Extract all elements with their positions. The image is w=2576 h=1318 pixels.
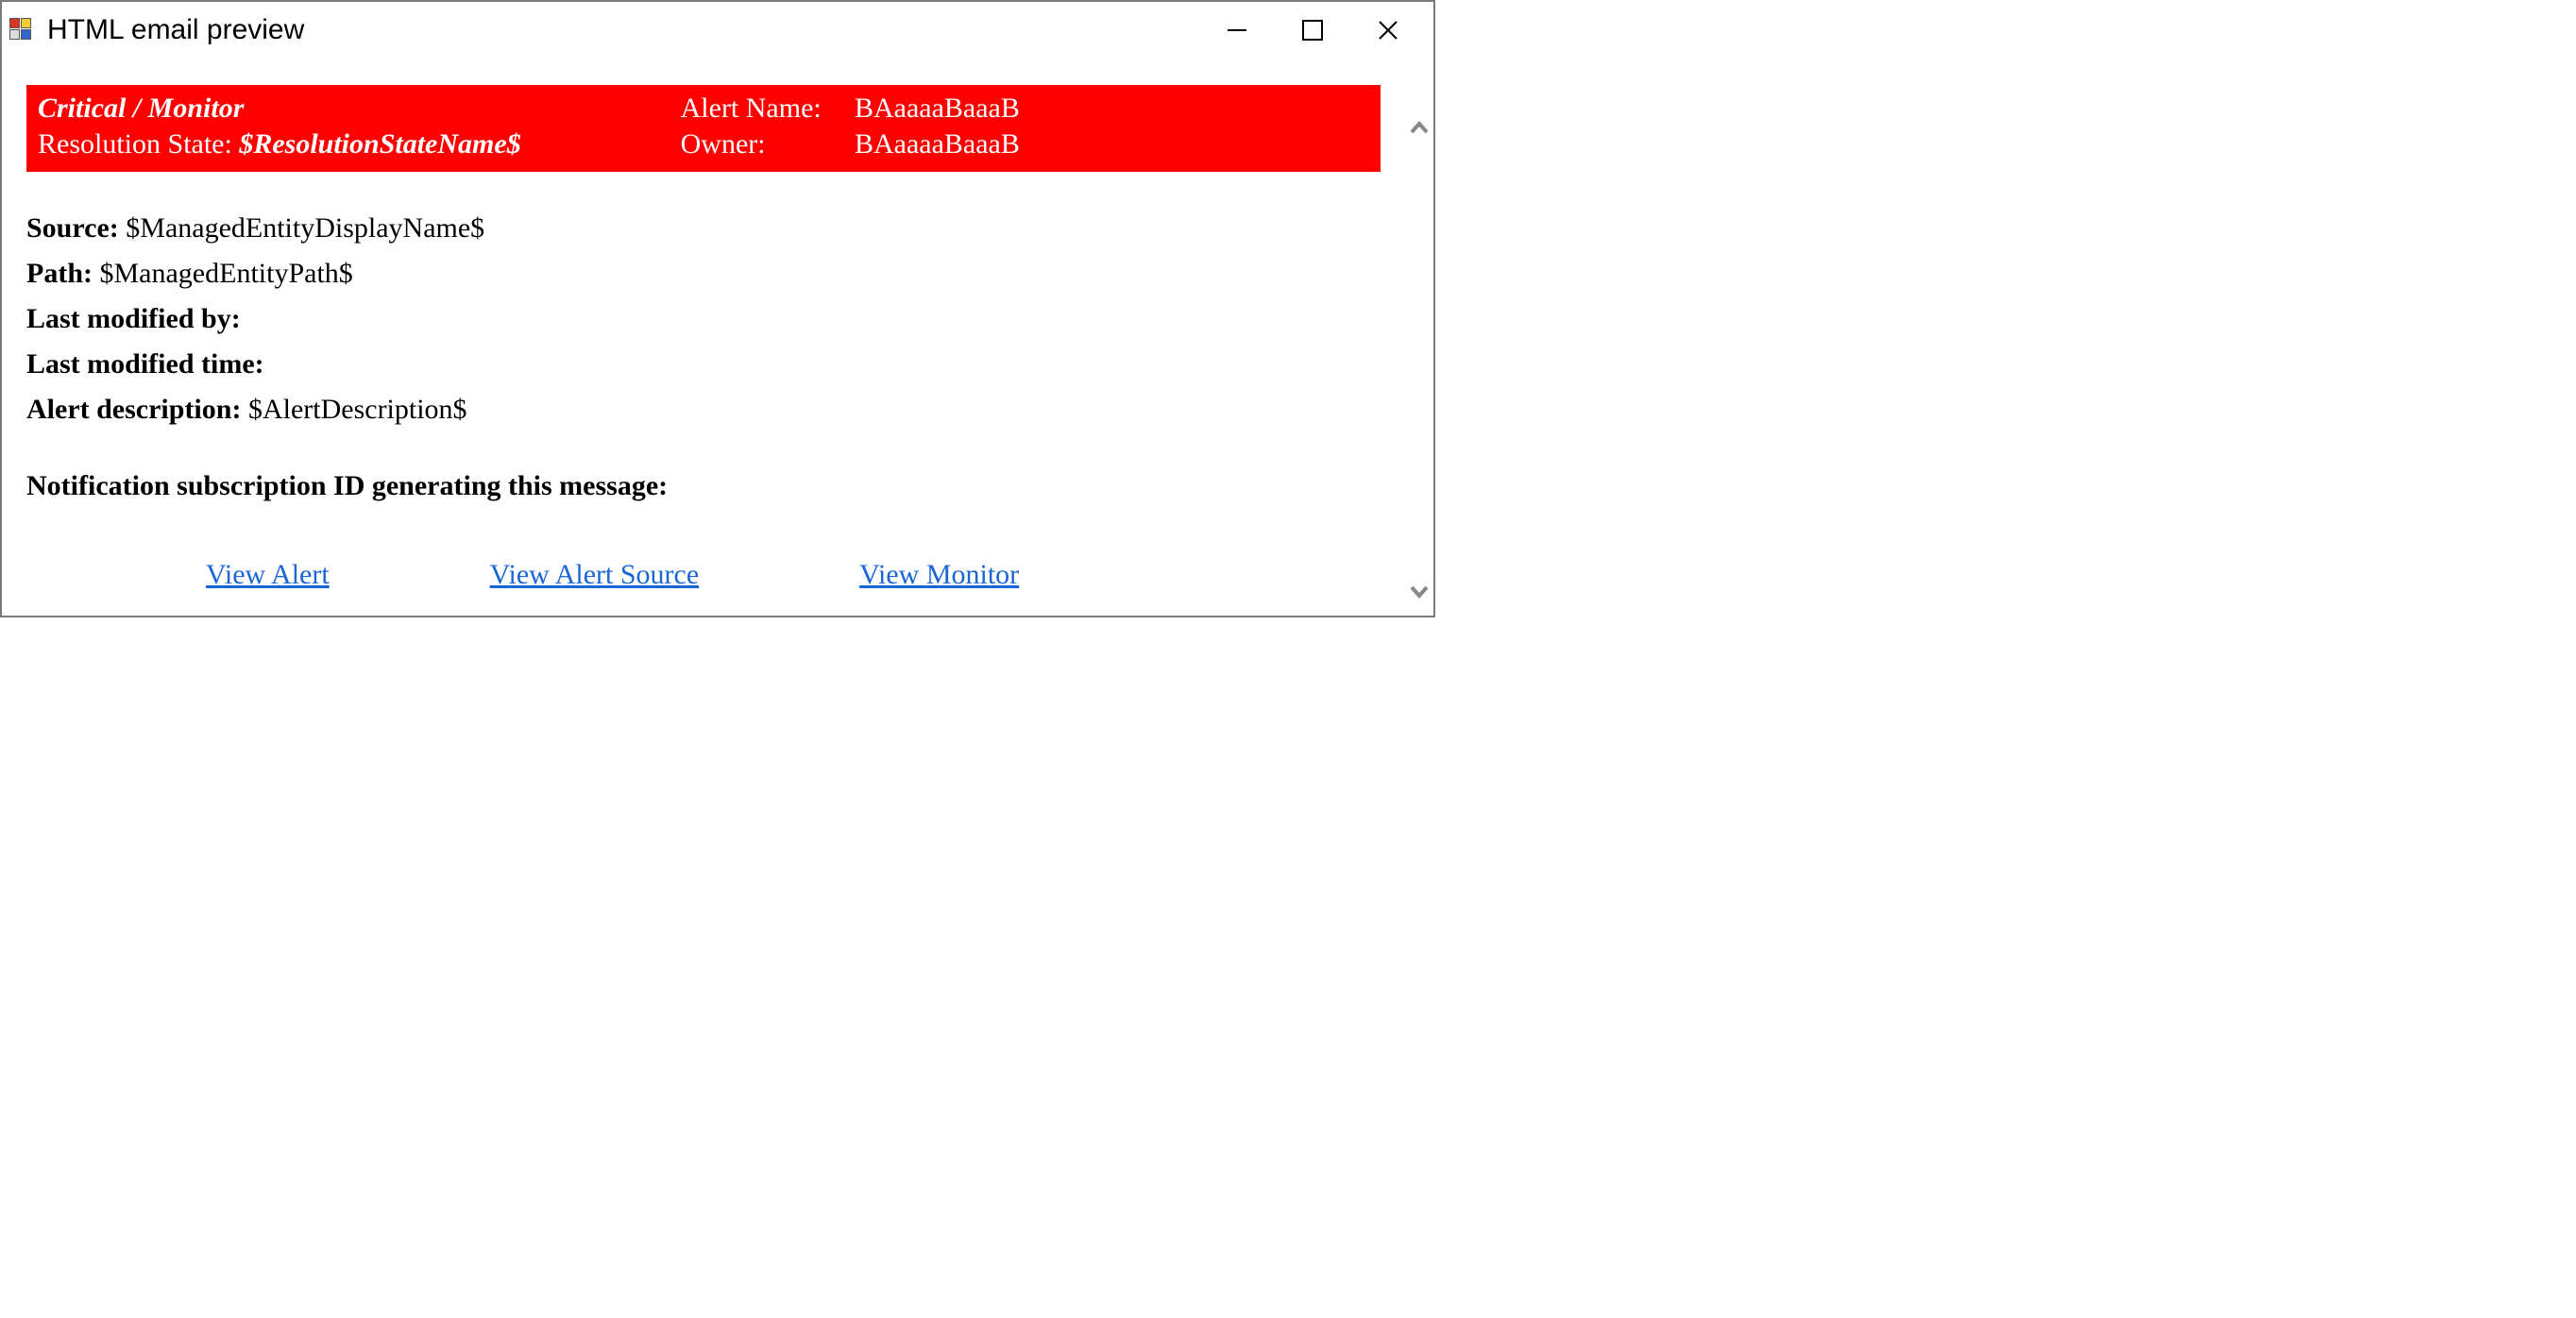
scroll-up-icon[interactable] — [1405, 113, 1433, 142]
last-modified-by-label: Last modified by: — [26, 303, 241, 334]
titlebar: HTML email preview — [2, 2, 1433, 59]
path-label: Path: — [26, 258, 93, 289]
subscription-id-label: Notification subscription ID generating … — [26, 470, 1409, 502]
scroll-down-icon[interactable] — [1405, 578, 1433, 606]
view-alert-source-link[interactable]: View Alert Source — [490, 559, 699, 591]
alert-banner: Critical / Monitor Alert Name: BAaaaaBaa… — [26, 85, 1381, 172]
path-value: $ManagedEntityPath$ — [100, 258, 353, 289]
alert-description-label: Alert description: — [26, 394, 241, 425]
links-row: View Alert View Alert Source View Monito… — [26, 559, 1409, 591]
window-controls — [1218, 11, 1407, 49]
source-value: $ManagedEntityDisplayName$ — [126, 212, 484, 244]
last-modified-time-label: Last modified time: — [26, 348, 264, 380]
view-alert-link[interactable]: View Alert — [206, 559, 330, 591]
app-window: HTML email preview Critic — [0, 0, 1435, 617]
client-area: Critical / Monitor Alert Name: BAaaaaBaa… — [2, 85, 1433, 616]
owner-label: Owner: — [681, 128, 766, 160]
maximize-button[interactable] — [1294, 11, 1331, 49]
owner-value: BAaaaaBaaaB — [855, 128, 1020, 160]
window-title: HTML email preview — [47, 14, 1218, 46]
alert-name-label: Alert Name: — [681, 93, 822, 124]
view-monitor-link[interactable]: View Monitor — [859, 559, 1019, 591]
minimize-button[interactable] — [1218, 11, 1256, 49]
severity-text: Critical / Monitor — [38, 93, 244, 124]
resolution-state-label: Resolution State: — [38, 128, 232, 160]
close-button[interactable] — [1369, 11, 1407, 49]
details-block: Source: $ManagedEntityDisplayName$ Path:… — [26, 206, 1409, 432]
vertical-scrollbar[interactable] — [1405, 85, 1433, 616]
alert-name-value: BAaaaaBaaaB — [855, 93, 1020, 124]
source-label: Source: — [26, 212, 119, 244]
resolution-state-value: $ResolutionStateName$ — [239, 128, 520, 160]
app-icon — [9, 18, 34, 42]
alert-description-value: $AlertDescription$ — [248, 394, 467, 425]
